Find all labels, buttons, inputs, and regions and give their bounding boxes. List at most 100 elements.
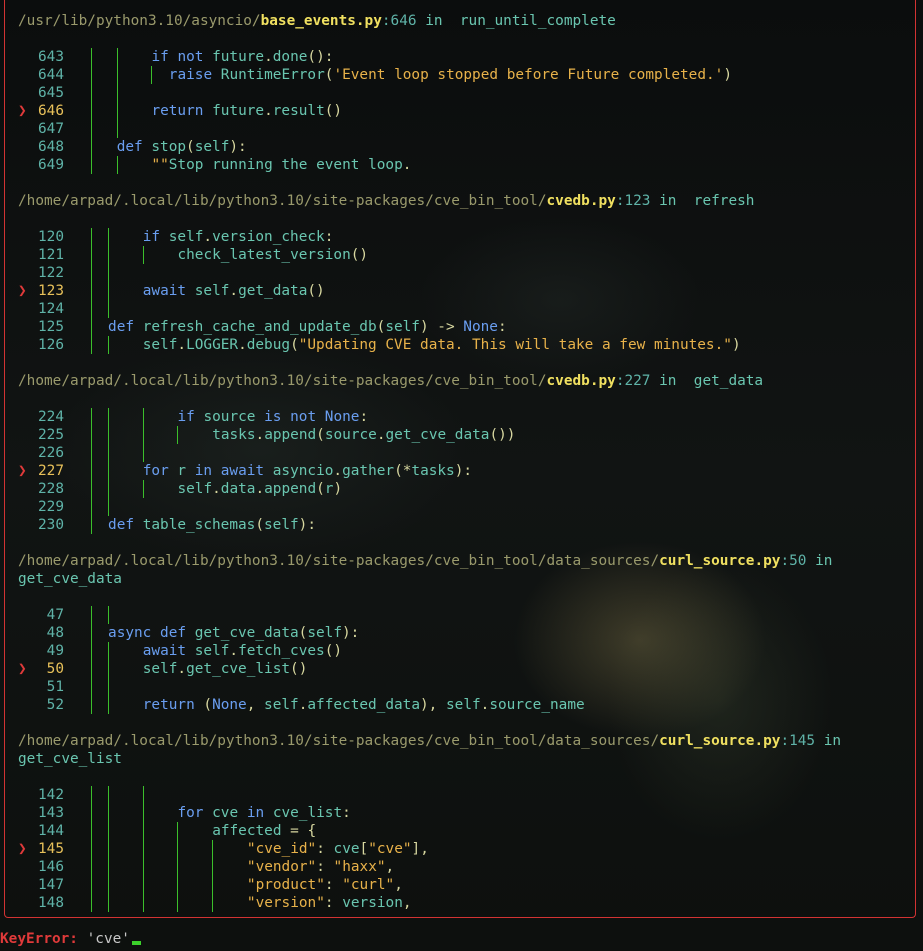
indent-guide (90, 858, 92, 876)
frame-path: /home/arpad/.local/lib/python3.10/site-p… (18, 553, 660, 569)
code-text: self.data.append(r) (177, 481, 343, 497)
indent-guide (142, 480, 144, 498)
code-line: 226 (0, 444, 900, 462)
frame-lineno: :227 (615, 373, 651, 389)
indent-guide (108, 444, 110, 462)
indent-guide (108, 894, 110, 912)
indent-guide (90, 822, 92, 840)
indent-guide (90, 282, 92, 300)
indent-guide (90, 318, 92, 336)
line-number: 142 (38, 787, 64, 803)
line-number: 224 (38, 409, 64, 425)
indent-guide (142, 894, 144, 912)
indent-guide (90, 228, 92, 246)
indent-guide (108, 822, 110, 840)
frame-location: /home/arpad/.local/lib/python3.10/site-p… (18, 732, 841, 750)
indent-guide (90, 606, 92, 624)
code-line: ❯ 646 return future.result() (0, 102, 900, 120)
indent-guide (142, 408, 144, 426)
code-line: 51 (0, 678, 900, 696)
indent-guide (108, 282, 110, 300)
code-line: 143 for cve in cve_list: (0, 804, 900, 822)
indent-guide (212, 840, 214, 858)
indent-guide (177, 858, 179, 876)
code-line: 230 def table_schemas(self): (0, 516, 900, 534)
error-line: KeyError: 'cve' (0, 930, 141, 948)
line-number: 148 (38, 895, 64, 911)
indent-guide (177, 426, 179, 444)
line-number: 644 (38, 67, 64, 83)
indent-guide (108, 462, 110, 480)
indent-guide (108, 660, 110, 678)
code-line: 142 (0, 786, 900, 804)
frame-file: cvedb.py (546, 193, 616, 209)
line-number: 230 (38, 517, 64, 533)
frame-location-wrap: get_cve_data (18, 570, 122, 588)
line-number: 122 (38, 265, 64, 281)
indent-guide (90, 66, 92, 84)
frame-function: refresh (685, 193, 755, 209)
code-line: 225 tasks.append(source.get_cve_data()) (0, 426, 900, 444)
indent-guide (108, 840, 110, 858)
indent-guide (142, 786, 144, 804)
indent-guide (142, 246, 144, 264)
code-text: return (None, self.affected_data), self.… (142, 697, 585, 713)
frame-path: /home/arpad/.local/lib/python3.10/site-p… (18, 373, 547, 389)
indent-guide (108, 804, 110, 822)
indent-guide (108, 426, 110, 444)
line-number: 147 (38, 877, 64, 893)
line-number: 144 (38, 823, 64, 839)
frame-location: /home/arpad/.local/lib/python3.10/site-p… (18, 372, 763, 390)
frame-location: /usr/lib/python3.10/asyncio/base_events.… (18, 12, 616, 30)
code-text: "product": "curl", (246, 877, 403, 893)
line-number: 647 (38, 121, 64, 137)
code-line: ❯ 50 self.get_cve_list() (0, 660, 900, 678)
line-number: 229 (38, 499, 64, 515)
indent-guide (108, 786, 110, 804)
indent-guide (116, 48, 118, 66)
code-text: raise RuntimeError('Event loop stopped b… (168, 67, 732, 83)
code-line: 649 ""Stop running the event loop. (0, 156, 900, 174)
error-type: KeyError: (0, 931, 78, 947)
code-line: 47 (0, 606, 900, 624)
indent-guide (142, 426, 144, 444)
line-number: 645 (38, 85, 64, 101)
indent-guide (116, 156, 118, 174)
code-line: ❯ 145 "cve_id": cve["cve"], (0, 840, 900, 858)
indent-guide (90, 786, 92, 804)
indent-guide (116, 66, 118, 84)
frame-function: run_until_complete (451, 13, 616, 29)
frame-in: in (806, 553, 833, 569)
code-line: 644 raise RuntimeError('Event loop stoppe… (0, 66, 900, 84)
indent-guide (177, 840, 179, 858)
frame-file: curl_source.py (659, 553, 781, 569)
indent-guide (90, 156, 92, 174)
indent-guide (90, 84, 92, 102)
frame-function: get_data (685, 373, 764, 389)
code-text: return future.result() (151, 103, 343, 119)
indent-guide (90, 102, 92, 120)
indent-guide (90, 300, 92, 318)
frame-location: /home/arpad/.local/lib/python3.10/site-p… (18, 552, 832, 570)
frame-file: curl_source.py (659, 733, 781, 749)
code-text: self.LOGGER.debug("Updating CVE data. Th… (142, 337, 741, 353)
indent-guide (90, 246, 92, 264)
code-text: for r in await asyncio.gather(*tasks): (142, 463, 473, 479)
code-line: ❯ 227 for r in await asyncio.gather(*tasks… (0, 462, 900, 480)
indent-guide (108, 480, 110, 498)
frame-file: base_events.py (260, 13, 382, 29)
code-text: "version": version, (246, 895, 412, 911)
indent-guide (90, 444, 92, 462)
code-line: 125 def refresh_cache_and_update_db(self)… (0, 318, 900, 336)
code-line: 647 (0, 120, 900, 138)
line-number: 225 (38, 427, 64, 443)
line-number: 123 (38, 283, 64, 299)
indent-guide (90, 642, 92, 660)
frame-lineno: :123 (615, 193, 651, 209)
indent-guide (90, 408, 92, 426)
indent-guide (90, 264, 92, 282)
code-text: await self.fetch_cves() (142, 643, 343, 659)
indent-guide (108, 498, 110, 516)
line-number: 649 (38, 157, 64, 173)
indent-guide (108, 696, 110, 714)
